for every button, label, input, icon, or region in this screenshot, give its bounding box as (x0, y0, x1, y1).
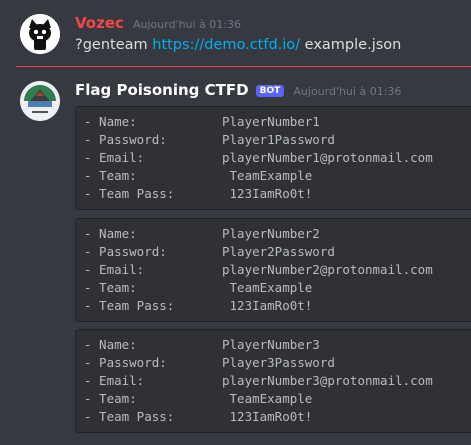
line-team: - Team: TeamExample (84, 168, 313, 183)
code-block-player1: - Name: PlayerNumber1 - Password: Player1P… (75, 106, 471, 210)
bot-avatar[interactable] (20, 81, 60, 121)
line-email: - Email: playerNumber1@protonmail.com (84, 150, 433, 165)
island-avatar-icon (20, 81, 60, 121)
message-header: Vozec Aujourd'hui à 01:36 (75, 13, 241, 32)
line-team-pass: - Team Pass: 123IamRo0t! (84, 409, 313, 424)
demo-link[interactable]: https://demo.ctfd.io/ (152, 37, 300, 53)
file-arg-text: example.json (304, 37, 402, 53)
line-team-pass: - Team Pass: 123IamRo0t! (84, 298, 313, 313)
line-team: - Team: TeamExample (84, 391, 313, 406)
cat-avatar-icon (20, 14, 60, 54)
line-name: - Name: PlayerNumber1 (84, 114, 320, 129)
message-header: Flag Poisoning CTFD BOT Aujourd'hui à 01… (75, 80, 401, 99)
bot-name[interactable]: Flag Poisoning CTFD (75, 81, 249, 99)
line-team-pass: - Team Pass: 123IamRo0t! (84, 186, 313, 201)
command-text: ?genteam (75, 37, 148, 53)
timestamp: Aujourd'hui à 01:36 (293, 85, 402, 98)
timestamp: Aujourd'hui à 01:36 (132, 18, 242, 31)
line-password: - Password: Player1Password (84, 132, 335, 147)
bot-badge: BOT (255, 85, 285, 97)
message-bot: Flag Poisoning CTFD BOT Aujourd'hui à 01… (0, 66, 471, 445)
line-team: - Team: TeamExample (84, 280, 313, 295)
author-name[interactable]: Vozec (75, 14, 124, 32)
message-vozec: Vozec Aujourd'hui à 01:36 ?genteam https… (0, 0, 471, 66)
line-password: - Password: Player3Password (84, 355, 335, 370)
line-name: - Name: PlayerNumber2 (84, 226, 320, 241)
line-password: - Password: Player2Password (84, 244, 335, 259)
line-email: - Email: playerNumber3@protonmail.com (84, 373, 433, 388)
user-avatar[interactable] (20, 14, 60, 54)
line-name: - Name: PlayerNumber3 (84, 337, 320, 352)
message-content: ?genteam https://demo.ctfd.io/ example.j… (75, 37, 401, 53)
code-block-player2: - Name: PlayerNumber2 - Password: Player2P… (75, 218, 471, 322)
code-block-player3: - Name: PlayerNumber3 - Password: Player3P… (75, 329, 471, 433)
line-email: - Email: playerNumber2@protonmail.com (84, 262, 433, 277)
